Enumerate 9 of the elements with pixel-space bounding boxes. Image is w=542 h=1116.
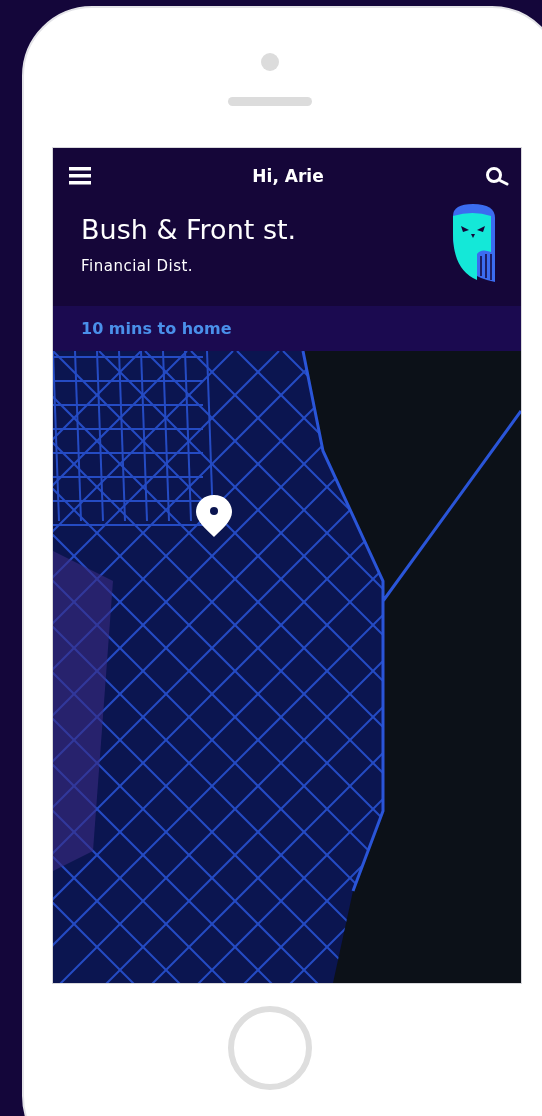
map-pin-icon: [196, 495, 232, 537]
camera-dot: [261, 53, 279, 71]
search-icon[interactable]: [485, 166, 509, 186]
district-name: Financial Dist.: [81, 257, 195, 275]
greeting-title: Hi, Arie: [252, 166, 324, 186]
eta-text: 10 mins to home: [81, 319, 232, 338]
menu-icon[interactable]: [69, 167, 91, 185]
street-name: Bush & Front st.: [81, 214, 297, 245]
owl-logo-icon: [451, 204, 495, 282]
